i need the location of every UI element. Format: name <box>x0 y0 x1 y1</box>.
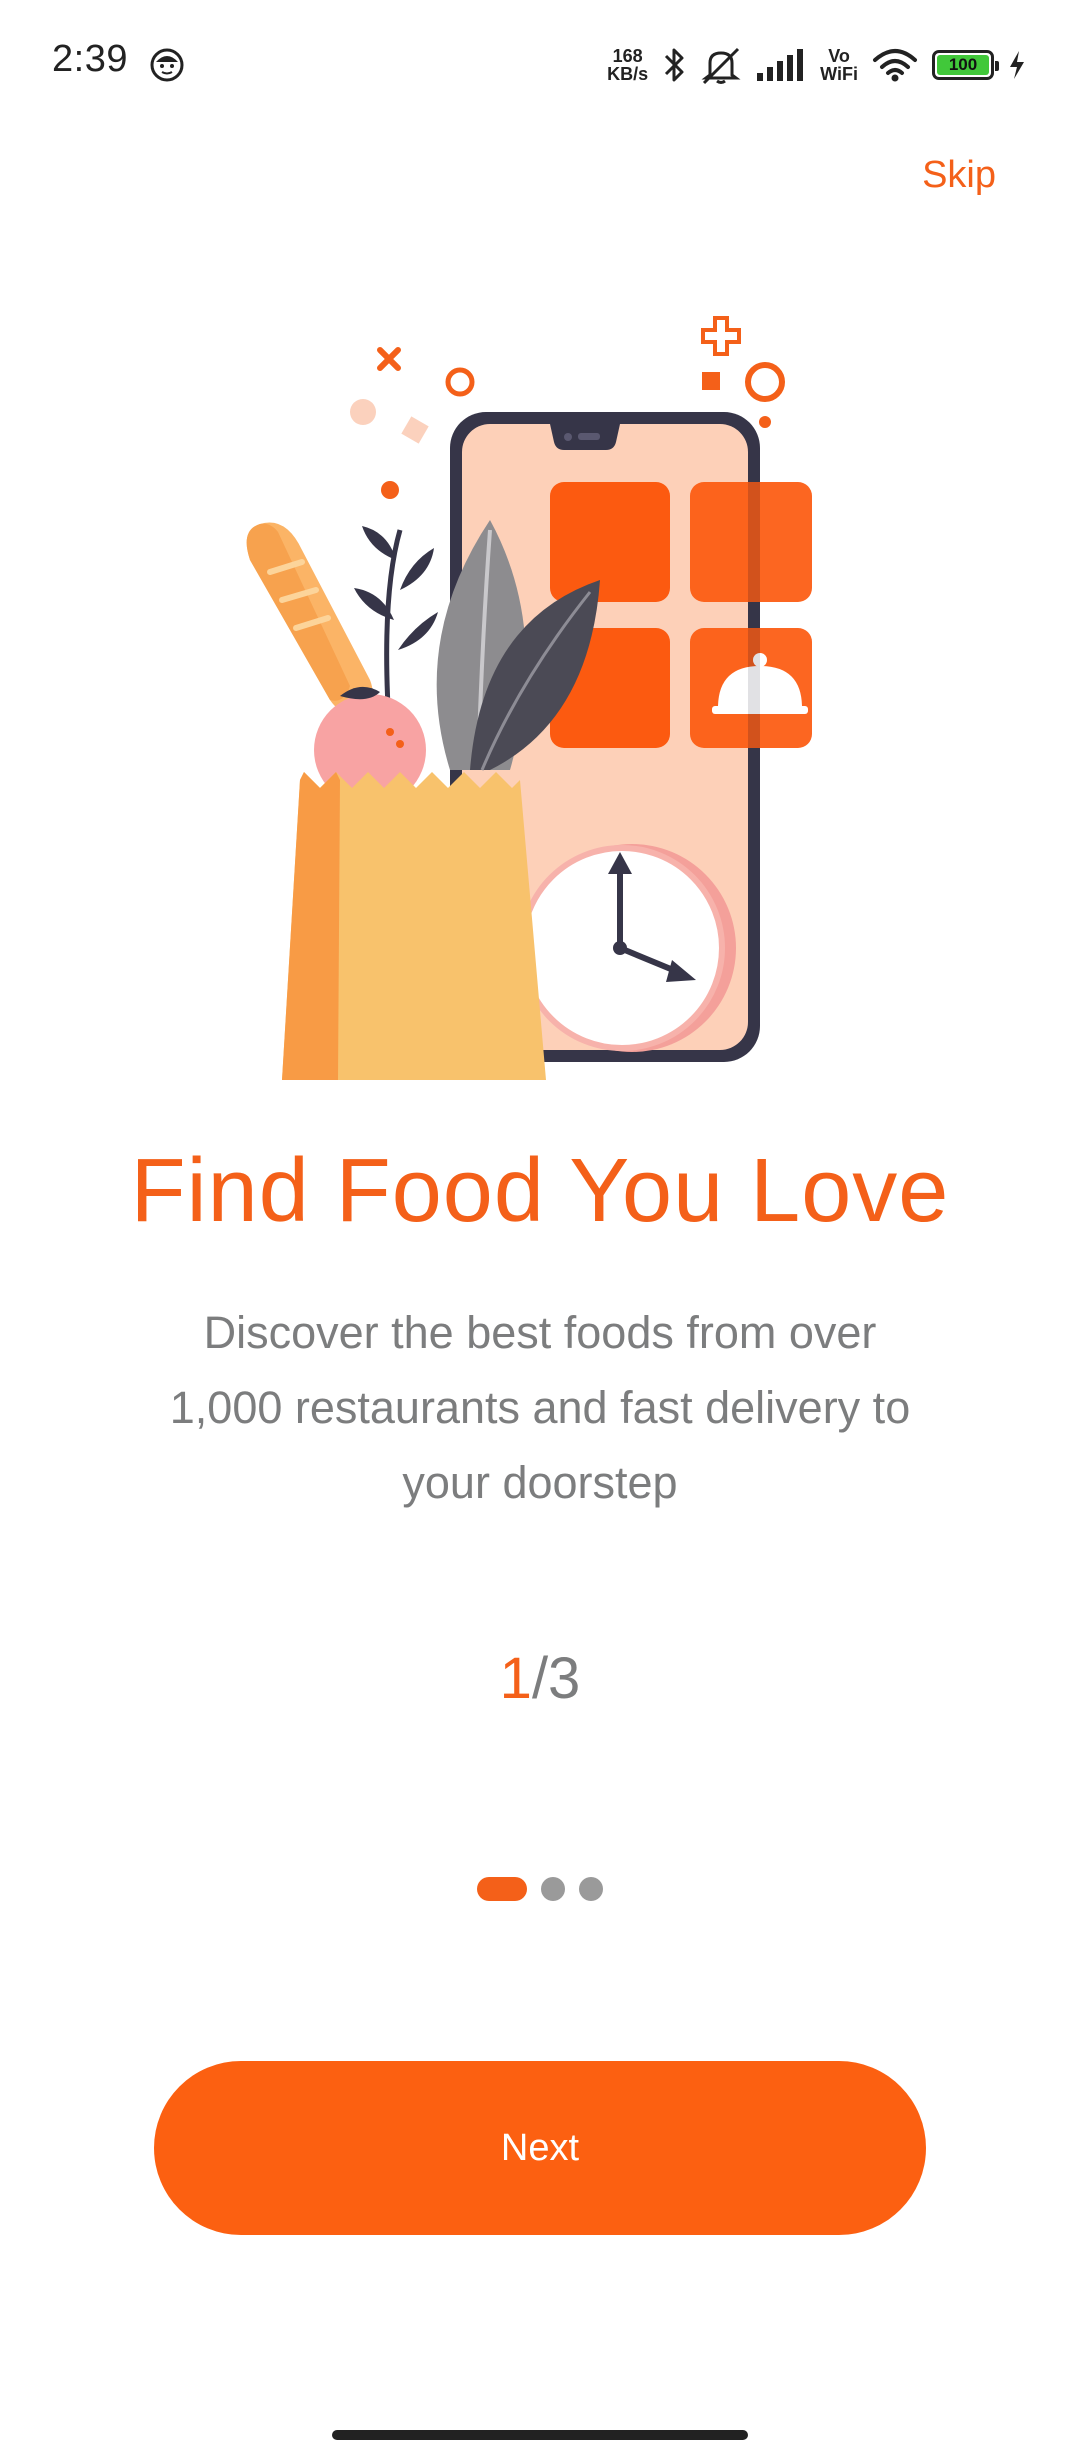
next-button[interactable]: Next <box>154 2061 926 2235</box>
page-counter-current: 1 <box>499 1646 532 1711</box>
face-icon <box>150 48 184 82</box>
wifi-label: WiFi <box>820 64 858 84</box>
pagination-dot[interactable] <box>541 1877 565 1901</box>
page-counter-total: /3 <box>531 1646 581 1711</box>
network-speed-unit: KB/s <box>607 64 649 84</box>
status-bar: 2:39 168 KB/s Vo WiFi 100 <box>0 0 1080 130</box>
vo-label: Vo <box>828 46 850 66</box>
pagination-dots <box>0 1877 1080 1901</box>
skip-button[interactable]: Skip <box>922 154 996 197</box>
network-speed: 168 KB/s <box>607 47 648 83</box>
status-time: 2:39 <box>52 38 128 80</box>
battery-level: 100 <box>937 55 989 75</box>
signal-icon <box>757 49 804 81</box>
network-speed-value: 168 <box>612 46 643 66</box>
onboarding-description: Discover the best foods from over 1,000 … <box>169 1307 911 1508</box>
clock-graphic <box>519 844 736 1052</box>
status-icons: 168 KB/s Vo WiFi 100 <box>607 40 1026 90</box>
pagination-dot[interactable] <box>579 1877 603 1901</box>
pagination-dot[interactable] <box>477 1877 527 1901</box>
mute-icon <box>701 47 741 85</box>
next-button-label: Next <box>500 2126 580 2169</box>
onboarding-title: Find Food You Love <box>130 1141 950 1241</box>
page-counter: 1/3 <box>0 1645 1080 1712</box>
bluetooth-icon <box>665 48 684 82</box>
home-indicator[interactable] <box>332 2430 748 2440</box>
vowifi-indicator: Vo WiFi <box>820 47 858 83</box>
onboarding-illustration <box>246 316 812 1080</box>
charging-icon <box>1010 51 1024 79</box>
wifi-icon <box>873 49 917 82</box>
battery-icon: 100 <box>932 50 999 80</box>
